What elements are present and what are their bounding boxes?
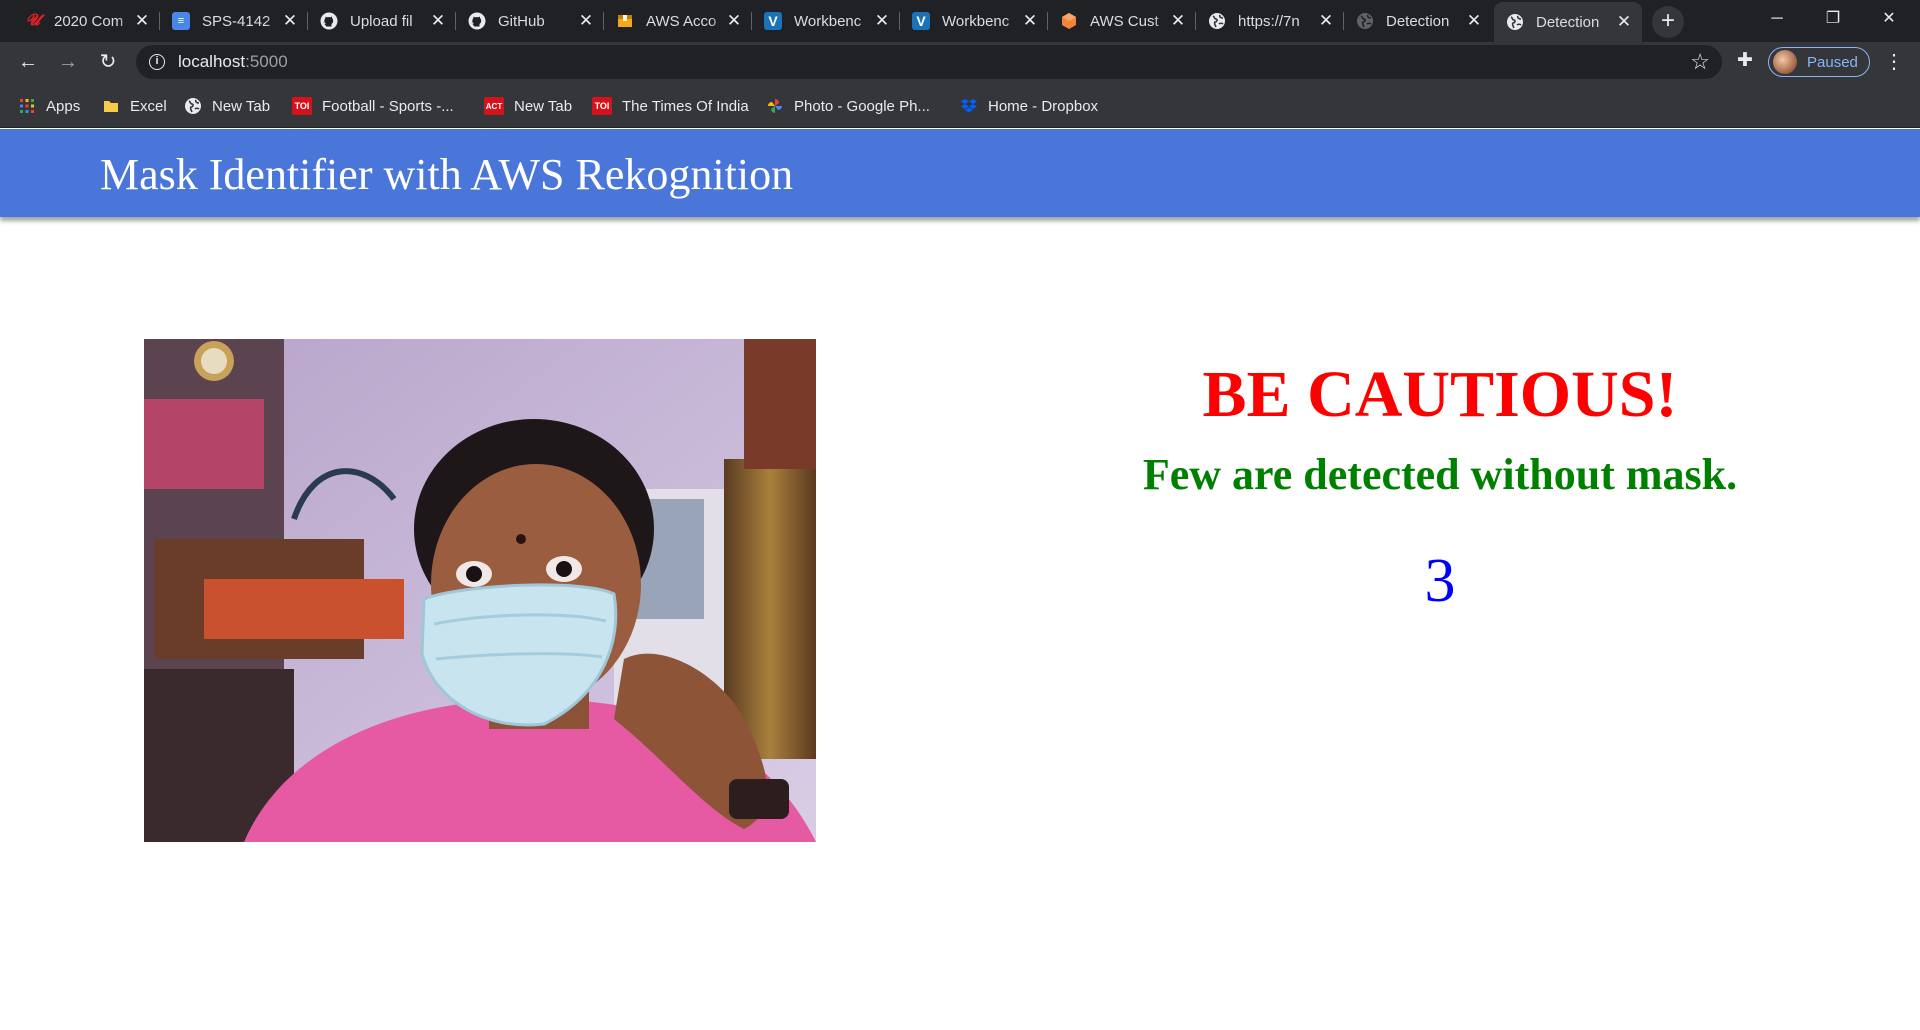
address-url[interactable]: localhost:5000: [178, 52, 288, 72]
close-icon[interactable]: ✕: [1464, 11, 1484, 31]
reload-icon[interactable]: ↻: [94, 48, 122, 76]
close-icon[interactable]: ✕: [872, 11, 892, 31]
v-icon: V: [764, 12, 782, 30]
bookmark-label: Home - Dropbox: [988, 97, 1099, 115]
tab-title: SPS-4142: [202, 12, 271, 30]
globe-icon: [1506, 13, 1524, 31]
bookmark-label: New Tab: [212, 97, 271, 115]
github-icon: [320, 12, 338, 30]
close-icon[interactable]: ✕: [1020, 11, 1040, 31]
bookmark-star-icon[interactable]: ☆: [1690, 49, 1710, 75]
bookmark-label: The Times Of India: [622, 97, 749, 115]
document-icon: ≡: [172, 12, 190, 30]
profile-button[interactable]: Paused: [1768, 47, 1870, 77]
close-icon[interactable]: ✕: [1614, 12, 1634, 32]
aws-box-icon: [616, 12, 634, 30]
toi-icon: TOI: [292, 97, 312, 115]
tab-title: AWS Cust: [1090, 12, 1159, 30]
browser-tab[interactable]: ≡ SPS-4142 ✕: [160, 6, 308, 36]
bookmark-label: Apps: [46, 97, 81, 115]
caution-heading: BE CAUTIOUS!: [1202, 358, 1678, 431]
tab-title: Detection: [1536, 13, 1600, 31]
detection-message: Few are detected without mask.: [1142, 450, 1738, 499]
browser-tab[interactable]: AWS Cust ✕: [1048, 6, 1196, 36]
detection-result: BE CAUTIOUS! Few are detected without ma…: [1140, 350, 1740, 618]
close-icon[interactable]: ✕: [280, 11, 300, 31]
aws-cube-icon: [1060, 12, 1078, 30]
bookmark-item[interactable]: Photo - Google Ph...: [766, 95, 930, 117]
bookmark-label: Photo - Google Ph...: [794, 97, 930, 115]
new-tab-button[interactable]: +: [1652, 6, 1684, 38]
bookmark-label: Excel: [130, 97, 167, 115]
bookmark-label: Football - Sports -...: [322, 97, 454, 115]
globe-icon: [1208, 12, 1226, 30]
browser-tab[interactable]: https://7n ✕: [1196, 6, 1344, 36]
tab-title: AWS Acco: [646, 12, 717, 30]
uploaded-photo: [144, 339, 816, 842]
close-icon[interactable]: ✕: [1168, 11, 1188, 31]
bookmark-item[interactable]: New Tab: [184, 95, 270, 117]
close-icon[interactable]: ✕: [428, 11, 448, 31]
tab-title: https://7n: [1238, 12, 1300, 30]
browser-tab[interactable]: 𝓤 2020 Com ✕: [12, 6, 160, 36]
back-arrow-icon[interactable]: ←: [14, 48, 42, 76]
bookmark-item[interactable]: Apps: [18, 95, 80, 117]
bookmark-item[interactable]: ACT New Tab: [484, 95, 572, 117]
github-icon: [468, 12, 486, 30]
close-icon[interactable]: ✕: [576, 11, 596, 31]
bookmarks-bar: Apps Excel New Tab TOI Football - Sports…: [0, 82, 1920, 128]
tab-title: Detection: [1386, 12, 1450, 30]
bookmark-item[interactable]: Home - Dropbox: [960, 95, 1098, 117]
more-menu-icon[interactable]: ⋮: [1882, 48, 1906, 76]
restore-button[interactable]: ❐: [1810, 4, 1856, 34]
page-title: Mask Identifier with AWS Rekognition: [100, 150, 794, 199]
address-bar[interactable]: i localhost:5000 ☆: [136, 45, 1722, 79]
tab-title: GitHub: [498, 12, 545, 30]
toi-icon: TOI: [592, 97, 612, 115]
tab-title: Workbenc: [794, 12, 862, 30]
google-photos-icon: [766, 97, 784, 115]
tab-title: Workbenc: [942, 12, 1010, 30]
dropbox-icon: [960, 97, 978, 115]
info-icon[interactable]: i: [149, 54, 165, 70]
person-with-mask-photo: [144, 339, 816, 842]
url-port: :5000: [245, 52, 288, 71]
close-icon[interactable]: ✕: [132, 11, 152, 31]
adobe-acrobat-icon: 𝓤: [25, 12, 41, 29]
profile-status: Paused: [1807, 53, 1858, 71]
close-icon[interactable]: ✕: [1316, 11, 1336, 31]
tab-title: Upload fil: [350, 12, 413, 30]
tab-strip: 𝓤 2020 Com ✕ ≡ SPS-4142 ✕ Upload fil ✕ G…: [0, 0, 1920, 42]
page-header: Mask Identifier with AWS Rekognition: [0, 129, 1920, 217]
globe-icon: [184, 97, 202, 115]
extensions-puzzle-icon[interactable]: ✚: [1734, 50, 1756, 72]
browser-tab[interactable]: GitHub ✕: [456, 6, 604, 36]
close-icon[interactable]: ✕: [724, 11, 744, 31]
browser-tab-active[interactable]: Detection ✕: [1494, 2, 1642, 42]
avatar: [1773, 50, 1797, 74]
act-icon: ACT: [484, 97, 504, 115]
apps-grid-icon: [18, 97, 36, 115]
folder-icon: [102, 97, 120, 115]
url-host: localhost: [178, 52, 246, 71]
browser-tab[interactable]: V Workbenc ✕: [752, 6, 900, 36]
bookmark-item[interactable]: TOI Football - Sports -...: [292, 95, 454, 117]
minimize-button[interactable]: ─: [1754, 4, 1800, 34]
close-window-button[interactable]: ✕: [1866, 4, 1912, 34]
tab-title: 2020 Com: [54, 12, 124, 30]
forward-arrow-icon[interactable]: →: [54, 48, 82, 76]
bookmark-item[interactable]: TOI The Times Of India: [592, 95, 749, 117]
browser-tab[interactable]: Upload fil ✕: [308, 6, 456, 36]
v-icon: V: [912, 12, 930, 30]
globe-icon: [1356, 12, 1374, 30]
bookmark-label: New Tab: [514, 97, 573, 115]
browser-tab[interactable]: Detection ✕: [1344, 6, 1492, 36]
browser-toolbar: ← → ↻ i localhost:5000 ☆ ✚ Paused ⋮: [0, 42, 1920, 82]
unmasked-count: 3: [1424, 547, 1456, 615]
browser-tab[interactable]: AWS Acco ✕: [604, 6, 752, 36]
browser-tab[interactable]: V Workbenc ✕: [900, 6, 1048, 36]
bookmark-item[interactable]: Excel: [102, 95, 167, 117]
